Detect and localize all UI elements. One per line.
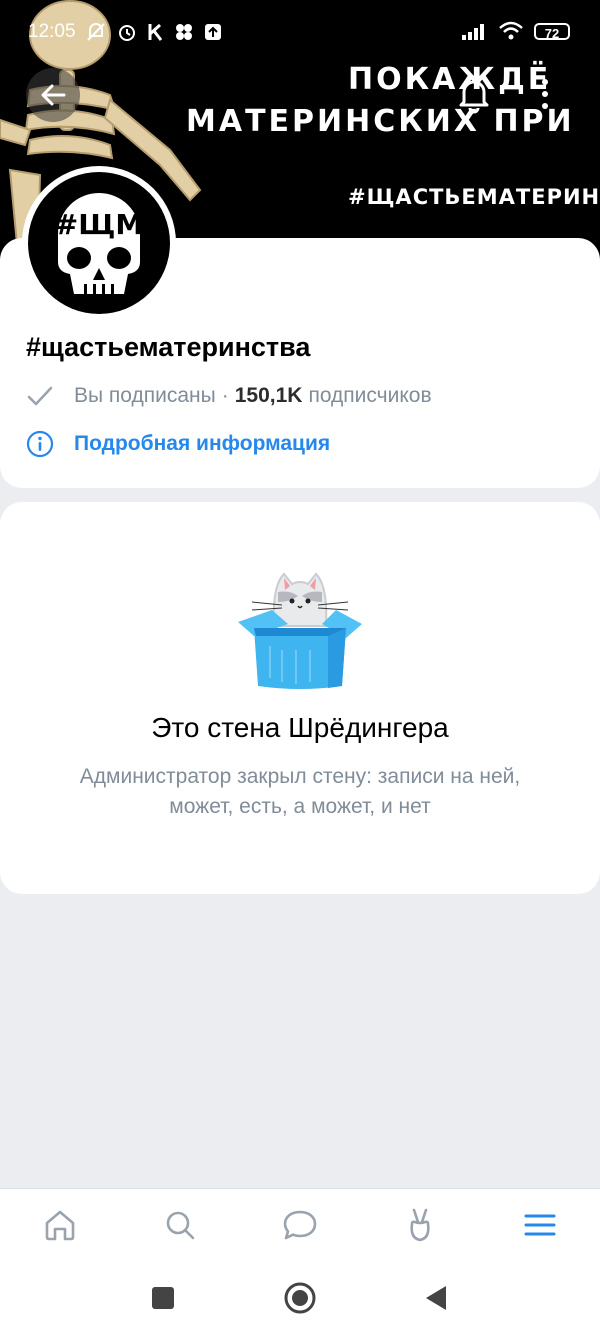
avatar-label: #ЩМ <box>55 208 143 241</box>
circle-icon <box>284 1282 316 1314</box>
search-icon <box>166 1211 195 1240</box>
status-time: 12:05 <box>28 21 76 42</box>
wall-card: Это стена Шрёдингера Администратор закры… <box>0 502 600 894</box>
square-icon <box>152 1287 174 1309</box>
system-nav-bar <box>0 1260 600 1332</box>
battery-icon: 72 <box>534 22 570 41</box>
upload-icon <box>205 24 221 40</box>
recents-button[interactable] <box>145 1280 181 1316</box>
more-button[interactable] <box>530 72 560 116</box>
tab-messages[interactable] <box>270 1195 330 1255</box>
wifi-icon <box>499 21 523 40</box>
group-name: #щастьематеринства <box>26 332 311 362</box>
back-button[interactable] <box>26 68 80 122</box>
tab-bar <box>0 1188 600 1261</box>
subscribers-count: 150,1K <box>234 384 303 407</box>
clips-icon <box>410 1208 430 1242</box>
cover-hashtag: #ЩАСТЬЕМАТЕРИН <box>348 185 600 209</box>
bell-icon <box>459 80 489 114</box>
arrow-left-icon <box>41 84 66 106</box>
info-icon <box>26 430 54 458</box>
more-vertical-icon <box>542 79 548 109</box>
menu-icon <box>524 1214 556 1236</box>
details-link-label: Подробная информация <box>74 432 331 455</box>
status-notification-icons <box>86 21 222 43</box>
details-link[interactable]: Подробная информация <box>26 430 330 458</box>
status-bar: 12:05 72 <box>0 0 600 64</box>
cat-in-box-illustration <box>238 572 362 689</box>
signal-icon <box>462 24 484 40</box>
triangle-back-icon <box>426 1286 446 1310</box>
subscribed-label: Вы подписаны <box>74 384 216 407</box>
status-system-icons: 72 <box>462 21 570 41</box>
cover-title-line1: ПОКАЖДЁ <box>348 62 552 97</box>
skull-logo-icon: #ЩМ <box>28 172 170 314</box>
clover-icon <box>176 24 192 40</box>
separator: · <box>221 384 229 407</box>
k-app-icon <box>148 23 163 41</box>
avatar[interactable]: #ЩМ <box>22 166 176 320</box>
chat-icon <box>283 1210 317 1240</box>
wall-description: Администратор закрыл стену: записи на не… <box>79 765 521 818</box>
mute-icon <box>87 23 105 41</box>
tab-search[interactable] <box>150 1195 210 1255</box>
subscribers-label: подписчиков <box>308 384 432 407</box>
subscription-row[interactable]: Вы подписаны · 150,1K подписчиков <box>26 384 432 408</box>
home-icon <box>45 1210 75 1241</box>
notifications-button[interactable] <box>452 72 496 116</box>
tab-clips[interactable] <box>390 1195 450 1255</box>
alarm-icon <box>119 25 135 41</box>
check-icon <box>27 386 53 406</box>
wall-title: Это стена Шрёдингера <box>151 712 449 743</box>
home-system-button[interactable] <box>282 1280 318 1316</box>
cover-title-line2: МАТЕРИНСКИХ ПРИ <box>186 104 575 139</box>
tab-menu[interactable] <box>510 1195 570 1255</box>
tab-home[interactable] <box>30 1195 90 1255</box>
back-system-button[interactable] <box>418 1280 454 1316</box>
